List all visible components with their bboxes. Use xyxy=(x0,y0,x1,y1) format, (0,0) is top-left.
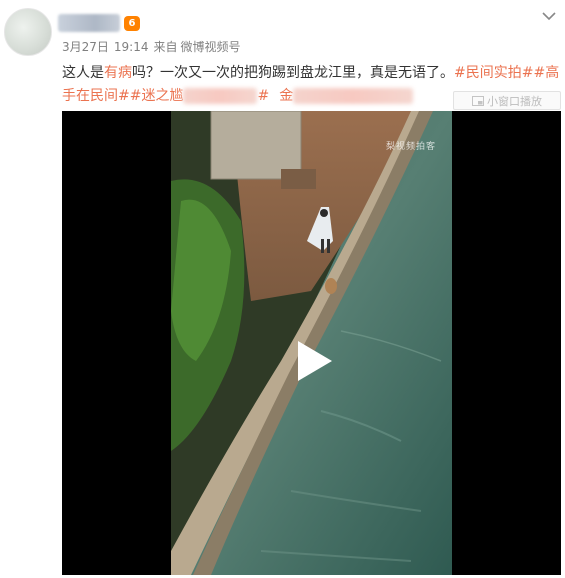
hashtag-link[interactable]: 金 xyxy=(279,88,293,104)
play-button[interactable] xyxy=(294,339,334,383)
hashtag-link[interactable]: # xyxy=(257,88,269,104)
post-text-part: 这人是 xyxy=(62,65,104,81)
post-text-highlight[interactable]: 有病 xyxy=(104,65,132,81)
mini-window-button[interactable]: 小窗口播放 xyxy=(453,91,561,110)
hashtag-link[interactable]: #迷之尴 xyxy=(130,88,184,104)
more-options-chevron-down-icon[interactable] xyxy=(539,8,559,24)
hashtag-link[interactable]: #民间实拍# xyxy=(454,65,533,81)
weibo-post-card: ▇▇▇▇▇ 6 3月27日 19:14 来自微博视频号 这人是有病吗？一次又一次的把… xyxy=(0,0,565,578)
username[interactable]: ▇▇▇▇▇ xyxy=(58,14,120,32)
post-time[interactable]: 19:14 xyxy=(114,40,149,54)
avatar[interactable] xyxy=(4,8,52,56)
play-icon xyxy=(298,341,332,381)
post-text-part: 吗？一次又一次的把狗踢到盘龙江里，真是无语了。 xyxy=(132,65,454,81)
video-player[interactable]: 梨视频拍客 xyxy=(62,111,561,575)
video-watermark: 梨视频拍客 xyxy=(385,142,436,152)
post-meta: 3月27日 19:14 来自 微博视频号 xyxy=(62,38,246,55)
redacted-text xyxy=(183,88,258,104)
post-source[interactable]: 微博视频号 xyxy=(181,40,241,54)
vip-badge: 6 xyxy=(124,16,140,31)
mini-window-icon xyxy=(472,95,484,106)
redacted-text xyxy=(293,88,414,104)
post-date[interactable]: 3月27日 xyxy=(62,40,109,54)
source-prefix: 来自 xyxy=(153,40,178,54)
mini-window-label: 小窗口播放 xyxy=(487,94,542,108)
